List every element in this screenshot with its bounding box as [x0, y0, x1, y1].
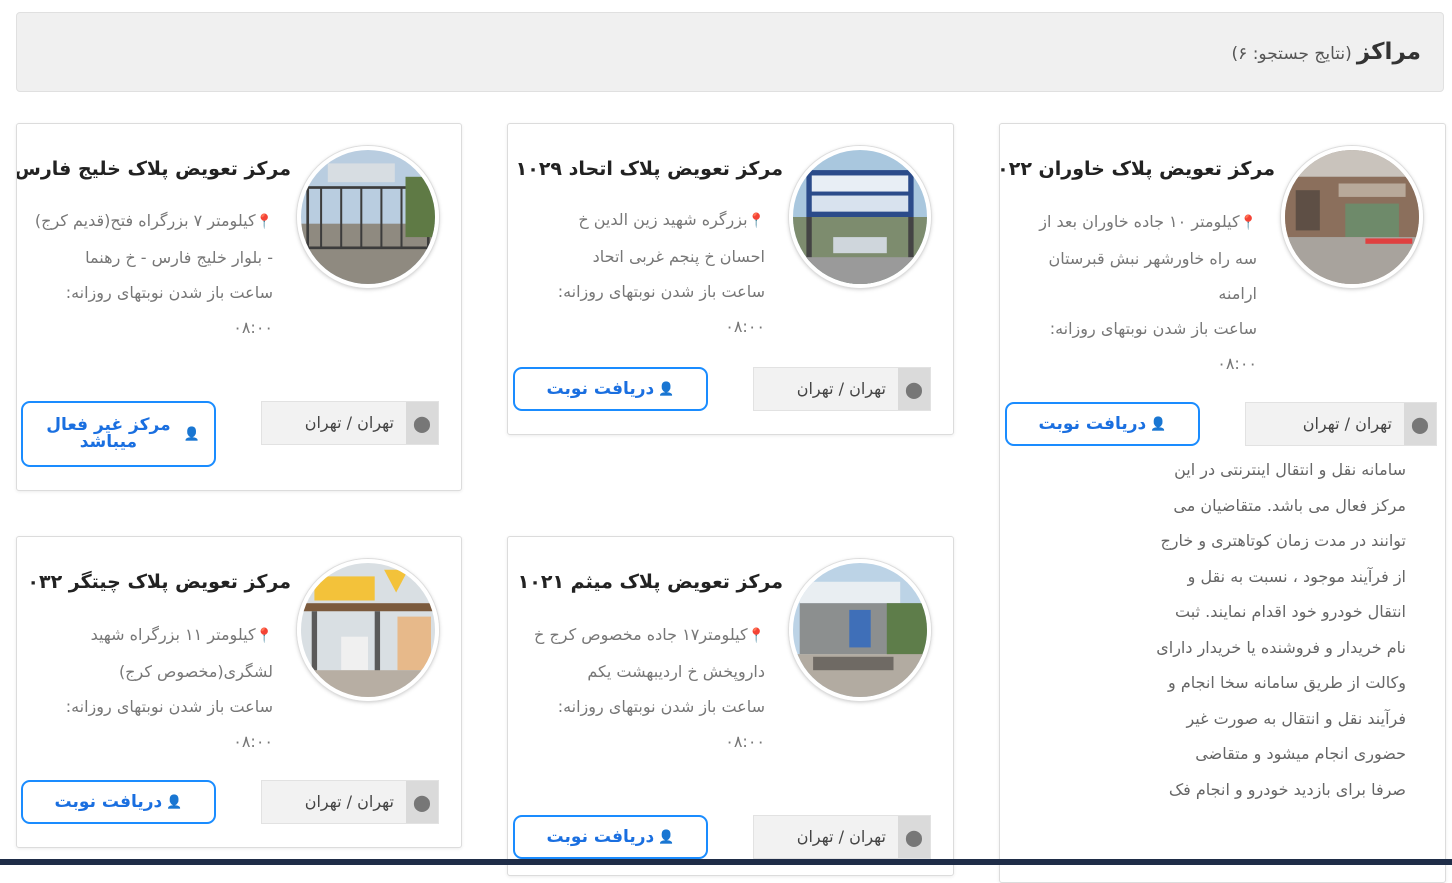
- get-appointment-button[interactable]: 👤 دریافت نوبت: [513, 815, 708, 859]
- hours-value: ۰۸:۰۰: [233, 732, 273, 751]
- user-icon: 👤: [1150, 416, 1167, 432]
- location-field: ⬤ تهران / تهران: [753, 815, 931, 859]
- center-details: 📍بزرگره شهید زین الدین خ احسان خ پنجم غر…: [530, 202, 765, 344]
- center-address: 📍کیلومتر ۷ بزرگراه فتح(قدیم کرج) - بلوار…: [28, 203, 273, 275]
- user-icon: 👤: [183, 426, 200, 442]
- map-marker-icon: 📍: [255, 214, 273, 230]
- center-card: مرکز تعویض پلاک میثم ۱۰۲۱ 📍کیلومتر۱۷ جاد…: [507, 536, 954, 876]
- center-photo: [1281, 146, 1423, 288]
- get-appointment-button[interactable]: 👤 دریافت نوبت: [513, 367, 708, 411]
- center-card: مرکز تعویض پلاک اتحاد ۱۰۲۹ 📍بزرگره شهید …: [507, 123, 954, 435]
- page-title-text: مراکز: [1356, 39, 1421, 65]
- button-label: دریافت نوبت: [1038, 413, 1147, 434]
- center-details: 📍کیلومتر ۷ بزرگراه فتح(قدیم کرج) - بلوار…: [28, 203, 273, 345]
- center-title: مرکز تعویض پلاک اتحاد ۱۰۲۹: [515, 158, 783, 180]
- center-title: مرکز تعویض پلاک خلیج فارس: [16, 158, 291, 180]
- center-photo: [297, 559, 439, 701]
- location-text: تهران / تهران: [796, 379, 886, 398]
- center-address: 📍بزرگره شهید زین الدین خ احسان خ پنجم غر…: [530, 202, 765, 274]
- button-label: دریافت نوبت: [54, 791, 163, 812]
- page-title: مراکز (نتایج جستجو: ۶): [1232, 39, 1421, 65]
- map-marker-icon: ⬤: [1404, 403, 1436, 445]
- location-field: ⬤ تهران / تهران: [1245, 402, 1437, 446]
- hours-value: ۰۸:۰۰: [725, 317, 765, 336]
- location-field: ⬤ تهران / تهران: [753, 367, 931, 411]
- address-text: کیلومتر ۱۱ بزرگراه شهید لشگری(مخصوص کرج): [90, 625, 273, 681]
- center-card: مرکز تعویض پلاک خلیج فارس 📍کیلومتر ۷ بزر…: [16, 123, 462, 491]
- hours-label: ساعت باز شدن نوبتهای روزانه:: [65, 283, 273, 302]
- center-photo: [789, 559, 931, 701]
- results-count: (نتایج جستجو: ۶): [1231, 44, 1352, 64]
- inactive-center-button[interactable]: 👤 مرکز غیر فعال میباشد: [21, 401, 216, 467]
- user-icon: 👤: [658, 381, 675, 397]
- hours-label: ساعت باز شدن نوبتهای روزانه:: [1049, 319, 1257, 338]
- center-photo: [789, 146, 931, 288]
- center-details: 📍کیلومتر ۱۱ بزرگراه شهید لشگری(مخصوص کرج…: [33, 617, 273, 759]
- button-label: دریافت نوبت: [546, 378, 655, 399]
- map-marker-icon: ⬤: [898, 368, 930, 410]
- map-marker-icon: ⬤: [406, 781, 438, 823]
- location-field: ⬤ تهران / تهران: [261, 780, 439, 824]
- hours-label: ساعت باز شدن نوبتهای روزانه:: [557, 282, 765, 301]
- address-text: کیلومتر۱۷ جاده مخصوص کرج خ داروپخش خ ارد…: [534, 625, 765, 681]
- results-header: مراکز (نتایج جستجو: ۶): [16, 12, 1444, 92]
- hours-label: ساعت باز شدن نوبتهای روزانه:: [557, 697, 765, 716]
- center-details: 📍کیلومتر ۱۰ جاده خاوران بعد از سه راه خا…: [1025, 204, 1257, 381]
- center-details: 📍کیلومتر۱۷ جاده مخصوص کرج خ داروپخش خ ار…: [525, 617, 765, 759]
- address-text: بزرگره شهید زین الدین خ احسان خ پنجم غرب…: [578, 210, 765, 266]
- center-address: 📍کیلومتر۱۷ جاده مخصوص کرج خ داروپخش خ ار…: [525, 617, 765, 689]
- address-text: کیلومتر ۷ بزرگراه فتح(قدیم کرج) - بلوار …: [34, 211, 273, 267]
- button-label: دریافت نوبت: [546, 826, 655, 847]
- bottom-bar: [0, 859, 1452, 865]
- map-marker-icon: ⬤: [406, 402, 438, 444]
- hours-label: ساعت باز شدن نوبتهای روزانه:: [65, 697, 273, 716]
- center-description: سامانه نقل و انتقال اینترنتی در این مرکز…: [1156, 460, 1406, 799]
- user-icon: 👤: [166, 794, 183, 810]
- center-address: 📍کیلومتر ۱۰ جاده خاوران بعد از سه راه خا…: [1025, 204, 1257, 311]
- address-text: کیلومتر ۱۰ جاده خاوران بعد از سه راه خاو…: [1039, 212, 1257, 303]
- map-marker-icon: 📍: [747, 628, 765, 644]
- button-label: مرکز غیر فعال میباشد: [46, 415, 171, 452]
- location-text: تهران / تهران: [1302, 414, 1392, 433]
- get-appointment-button[interactable]: 👤 دریافت نوبت: [21, 780, 216, 824]
- center-title: مرکز تعویض پلاک میثم ۱۰۲۱: [517, 571, 783, 593]
- center-address: 📍کیلومتر ۱۱ بزرگراه شهید لشگری(مخصوص کرج…: [33, 617, 273, 689]
- center-title: مرکز تعویض پلاک خاوران ۰۲۲: [999, 158, 1275, 180]
- get-appointment-button[interactable]: 👤 دریافت نوبت: [1005, 402, 1200, 446]
- center-photo: [297, 146, 439, 288]
- center-card: مرکز تعویض پلاک خاوران ۰۲۲ 📍کیلومتر ۱۰ ج…: [999, 123, 1446, 883]
- map-marker-icon: 📍: [1239, 215, 1257, 231]
- map-marker-icon: ⬤: [898, 816, 930, 858]
- center-card: مرکز تعویض پلاک چیتگر ۰۳۲ 📍کیلومتر ۱۱ بز…: [16, 536, 462, 848]
- map-marker-icon: 📍: [255, 628, 273, 644]
- location-field: ⬤ تهران / تهران: [261, 401, 439, 445]
- center-title: مرکز تعویض پلاک چیتگر ۰۳۲: [27, 571, 291, 593]
- location-text: تهران / تهران: [796, 827, 886, 846]
- location-text: تهران / تهران: [304, 413, 394, 432]
- user-icon: 👤: [658, 829, 675, 845]
- hours-value: ۰۸:۰۰: [725, 732, 765, 751]
- hours-value: ۰۸:۰۰: [1217, 354, 1257, 373]
- hours-value: ۰۸:۰۰: [233, 318, 273, 337]
- map-marker-icon: 📍: [747, 213, 765, 229]
- location-text: تهران / تهران: [304, 792, 394, 811]
